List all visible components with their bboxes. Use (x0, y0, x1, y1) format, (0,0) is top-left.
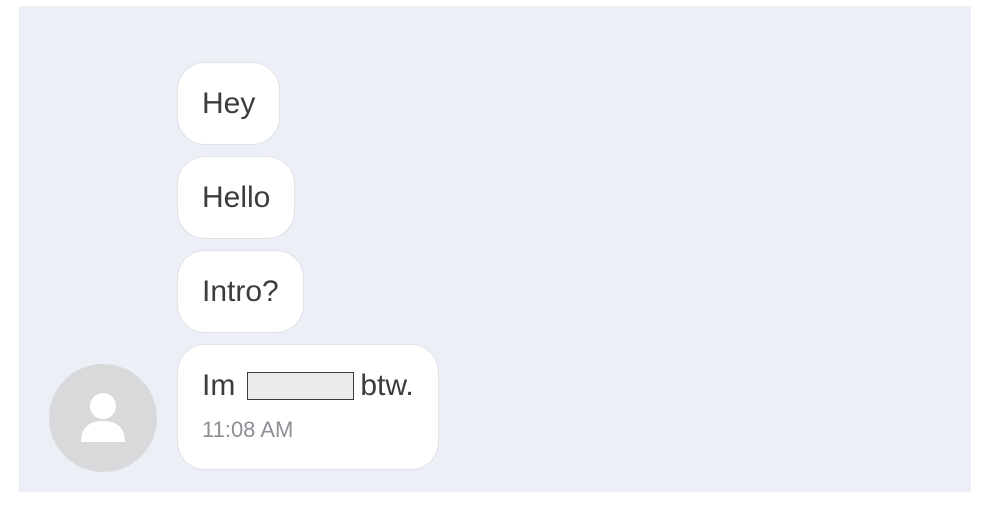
message-line: Im btw. (202, 369, 414, 403)
avatar[interactable] (49, 364, 157, 472)
message-bubble: Hello (177, 156, 296, 239)
message-text: Hello (202, 180, 271, 214)
message-bubble-last: Im btw. 11:08 AM (177, 344, 439, 470)
message-bubble: Hey (177, 62, 281, 145)
chat-panel: Hey Hello Intro? Im btw. 11:08 AM (19, 6, 971, 492)
message-text: Hey (202, 86, 256, 120)
message-text-before: Im (202, 369, 236, 402)
message-text-after: btw. (360, 369, 414, 402)
message-timestamp: 11:08 AM (202, 417, 294, 442)
user-icon (81, 393, 125, 442)
message-text: Intro? (202, 274, 279, 308)
message-bubble: Intro? (177, 250, 304, 333)
redacted-name-box (247, 372, 355, 400)
